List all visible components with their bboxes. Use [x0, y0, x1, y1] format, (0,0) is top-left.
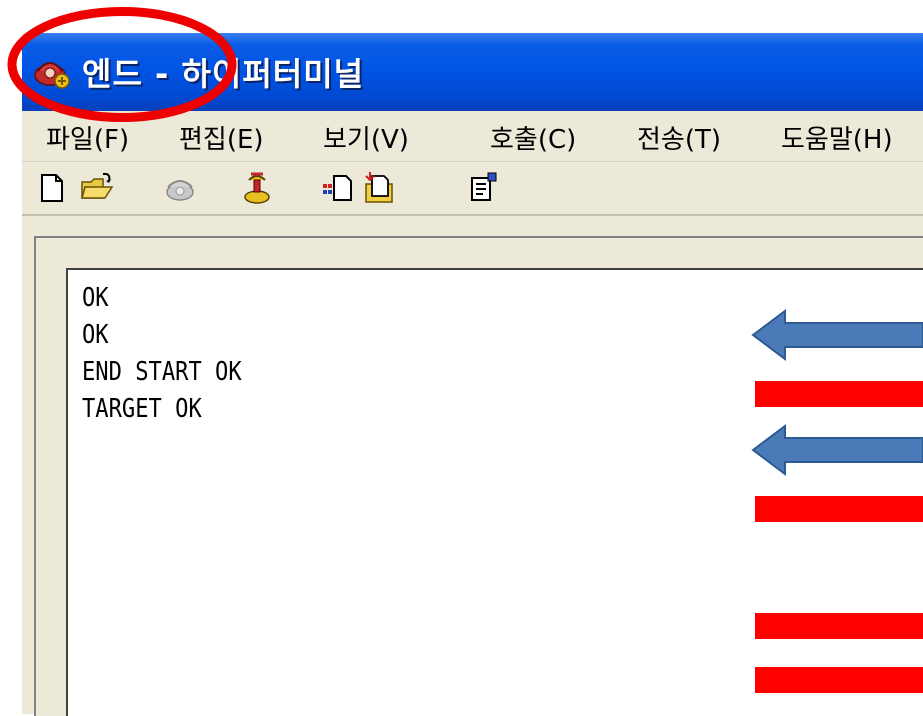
red-marker-bar: [755, 381, 923, 407]
properties-icon[interactable]: [466, 170, 502, 206]
highlight-ellipse: [7, 7, 237, 122]
menu-help[interactable]: 도움말(H): [781, 119, 893, 156]
terminal-line: TARGET OK: [82, 394, 202, 424]
open-folder-icon[interactable]: [79, 170, 115, 206]
menu-edit[interactable]: 편집(E): [179, 119, 264, 156]
toolbar: [22, 162, 923, 216]
send-file-icon[interactable]: [320, 170, 356, 206]
left-arrow-icon: [751, 424, 923, 476]
left-arrow-icon: [751, 309, 923, 361]
red-marker-bar: [755, 613, 923, 639]
new-document-icon[interactable]: [34, 170, 70, 206]
menu-file[interactable]: 파일(F): [46, 119, 129, 156]
terminal-line: END START OK: [82, 357, 242, 387]
menu-transfer[interactable]: 전송(T): [637, 119, 721, 156]
receive-file-icon[interactable]: [362, 170, 398, 206]
terminal-line: OK: [82, 320, 109, 350]
menu-call[interactable]: 호출(C): [490, 119, 576, 156]
menu-view[interactable]: 보기(V): [323, 119, 409, 156]
red-marker-bar: [755, 667, 923, 693]
red-marker-bar: [755, 496, 923, 522]
disconnected-phone-icon[interactable]: [162, 170, 198, 206]
call-phone-icon[interactable]: [239, 170, 275, 206]
terminal-line: OK: [82, 283, 109, 313]
